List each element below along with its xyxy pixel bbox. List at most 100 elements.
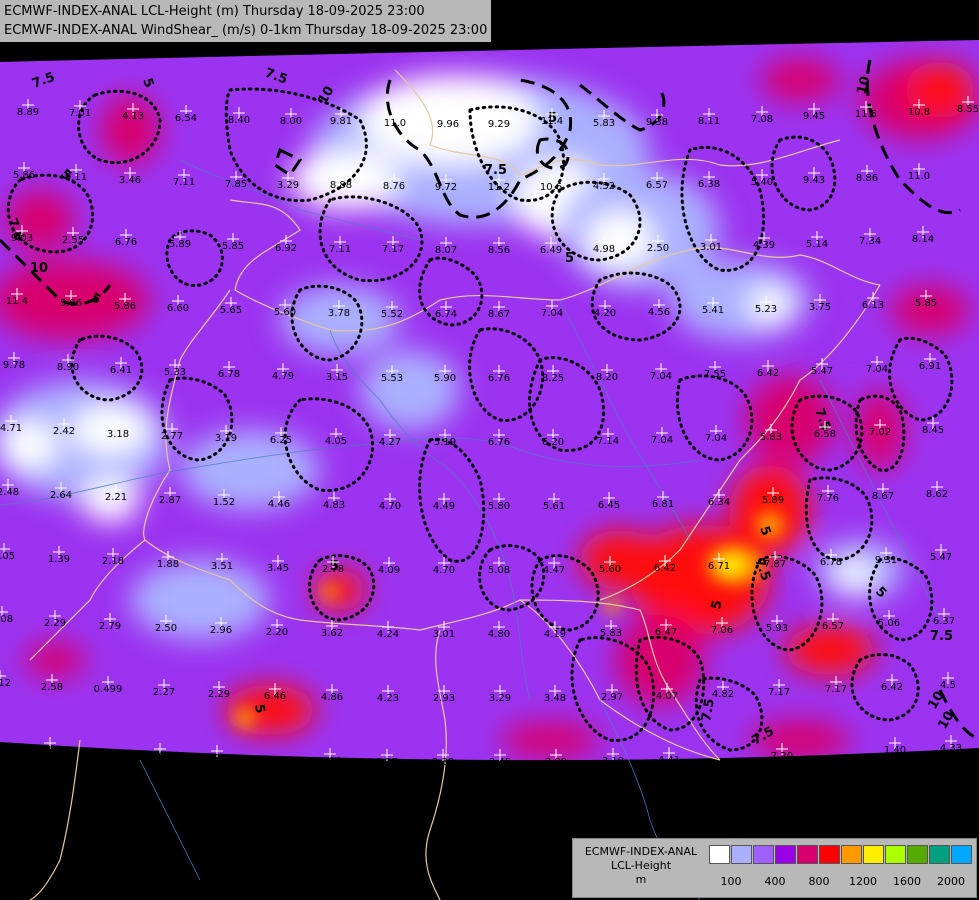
grid-value: 2.55 [62,235,84,246]
grid-value: 2.45 [489,757,511,768]
legend-line-3: m [635,873,647,886]
legend-swatch [753,845,774,864]
grid-value: 8.11 [698,116,720,127]
grid-value: 11.4 [541,116,563,127]
legend-swatch [819,845,840,864]
grid-value: 2.27 [153,687,175,698]
legend-tick: 2000 [937,875,965,888]
legend-tick: 400 [764,875,786,888]
grid-value: 6.81 [652,499,674,510]
grid-value: 3.29 [489,693,511,704]
grid-value: 7.55 [704,369,726,380]
grid-value: 8.20 [596,372,618,383]
legend-swatch [709,845,730,864]
grid-value: 4.07 [656,691,678,702]
contour-label: 7.5 [930,629,953,644]
grid-value: 5.86 [13,170,35,181]
grid-value: 8.07 [435,245,457,256]
grid-value: 3.78 [328,308,350,319]
grid-value: 11.5 [855,109,877,120]
grid-value: 7.04 [650,371,672,382]
grid-value: 4.49 [433,501,455,512]
grid-value: 2.93 [433,693,455,704]
grid-value: 3.48 [544,693,566,704]
grid-value: 7.08 [751,114,773,125]
legend-line-1: ECMWF-INDEX-ANAL [584,845,698,858]
grid-value: 6.57 [822,621,844,632]
grid-value: 7.17 [382,244,404,255]
grid-value: 4.19 [544,629,566,640]
grid-value: 2.12 [0,678,11,689]
legend-swatch [797,845,818,864]
grid-value: 7.04 [541,308,563,319]
grid-value: 6.49 [540,245,562,256]
grid-value: 5.93 [766,623,788,634]
grid-value: 0.477 [36,745,65,756]
grid-value: 5.47 [930,552,952,563]
legend-swatch [885,845,906,864]
grid-value: 5.90 [434,373,456,384]
grid-value: 6.42 [881,682,903,693]
grid-value: 0.499 [94,684,123,695]
legend-line-2: LCL-Height [610,859,672,872]
grid-value: 1.65 [149,751,171,762]
grid-value: 4.24 [206,753,228,764]
grid-value: 4.23 [377,693,399,704]
grid-value: 6.74 [435,309,457,320]
grid-value: 5.80 [488,501,510,512]
legend-swatch [775,845,796,864]
grid-value: 4.33 [940,743,962,754]
grid-value: 5.83 [600,628,622,639]
grid-value: 9.29 [488,119,510,130]
grid-value: 5.86 [114,301,136,312]
grid-value: 8.89 [17,107,39,118]
legend-swatch [863,845,884,864]
grid-value: 4.46 [268,499,290,510]
grid-value: 2.29 [208,689,230,700]
grid-value: 6.20 [542,437,564,448]
grid-value: 8.25 [542,373,564,384]
grid-value: 5.19 [434,437,456,448]
grid-value: 9.72 [435,182,457,193]
grid-value: 1.39 [48,554,70,565]
grid-value: 5.41 [702,305,724,316]
grid-value: 5.89 [169,239,191,250]
grid-value: 3.51 [211,561,233,572]
grid-value: 4.79 [272,371,294,382]
grid-value: 6.38 [698,179,720,190]
grid-value: 2.64 [50,490,72,501]
grid-value: 6.25 [270,435,292,446]
grid-value: 3.75 [809,302,831,313]
grid-value: 8.40 [228,115,250,126]
grid-value: 11.4 [6,296,28,307]
color-legend: ECMWF-INDEX-ANAL LCL-Height m 100 400 800 1… [572,838,977,898]
grid-value: 6.46 [264,691,286,702]
grid-value: 7.04 [651,435,673,446]
grid-value: 5.60 [599,564,621,575]
grid-value: 7.85 [225,179,247,190]
grid-value: 11.0 [908,171,930,182]
grid-value: 2.20 [266,627,288,638]
grid-value: 6.60 [167,303,189,314]
grid-value: 2.27 [376,757,398,768]
grid-value: 4.52 [593,181,615,192]
grid-value: 2.18 [102,556,124,567]
grid-value: 4.80 [488,629,510,640]
grid-value: 3.29 [277,180,299,191]
grid-value: 7.20 [771,751,793,762]
title-line-1: ECMWF-INDEX-ANAL LCL-Height (m) Thursday… [4,4,425,19]
grid-value: 9.11 [65,172,87,183]
grid-value: 4.82 [712,689,734,700]
grid-value: 6.76 [488,373,510,384]
grid-value: 5.61 [543,501,565,512]
grid-value: 2.64 [319,756,341,767]
grid-value: 1.88 [157,559,179,570]
grid-value: 2.50 [647,243,669,254]
grid-value: 5.65 [220,305,242,316]
grid-value: 6.13 [862,300,884,311]
grid-value: 2.79 [99,621,121,632]
grid-value: 4.41 [658,755,680,766]
grid-value: 8.67 [488,309,510,320]
grid-value: 7.34 [859,236,881,247]
contour-label: 10 [30,261,48,276]
